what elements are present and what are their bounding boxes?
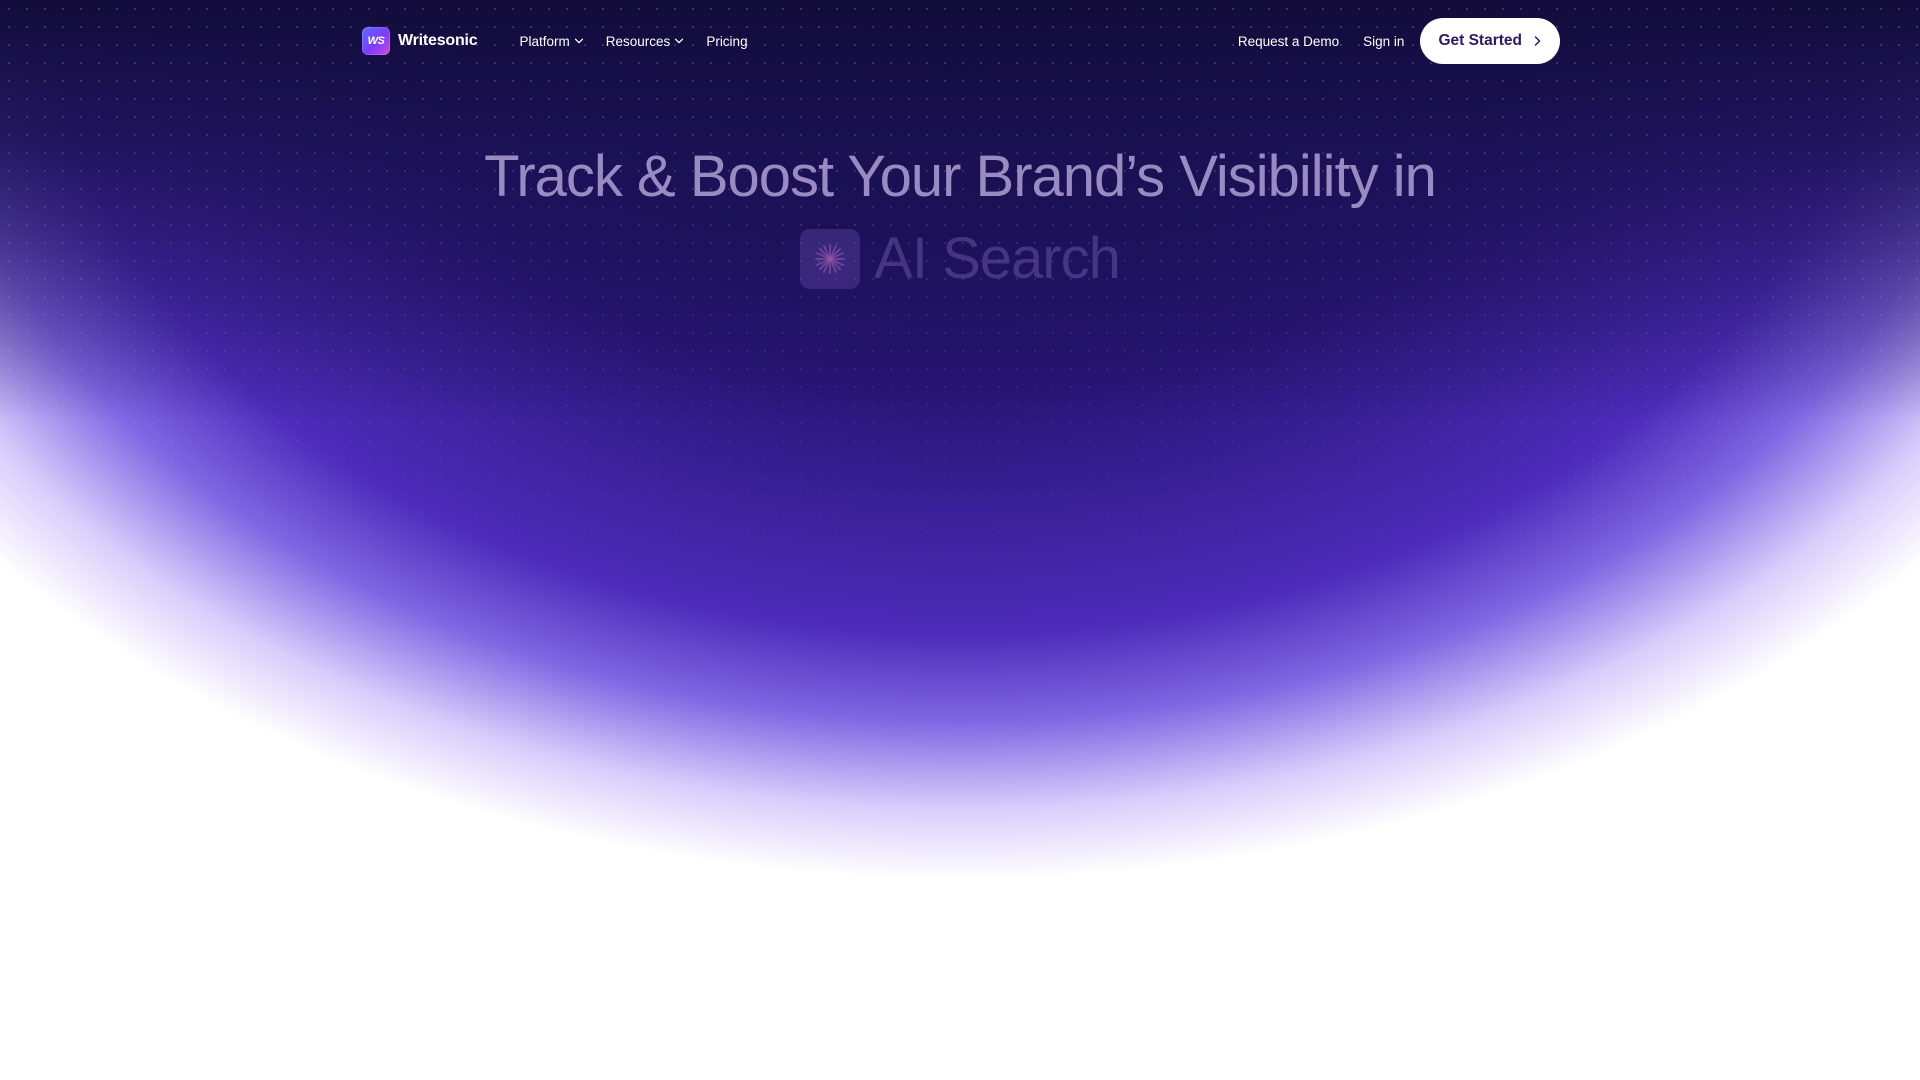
nav-item-resources[interactable]: Resources <box>606 34 685 49</box>
hero-headline: Track & Boost Your Brand’s Visibility in <box>484 144 1437 209</box>
top-navigation: WS Writesonic Platform Resources Pricing… <box>362 18 1560 64</box>
request-demo-link[interactable]: Request a Demo <box>1238 34 1339 49</box>
dot-grid-pattern <box>0 0 1920 620</box>
hero-headline-highlight: AI Search <box>874 226 1121 291</box>
get-started-label: Get Started <box>1438 32 1522 49</box>
nav-item-platform[interactable]: Platform <box>520 34 584 49</box>
brand-logo-icon: WS <box>362 27 390 55</box>
brand-logo-link[interactable]: WS Writesonic <box>362 27 478 55</box>
chevron-down-icon <box>675 38 684 44</box>
chevron-down-icon <box>574 38 583 44</box>
sign-in-link[interactable]: Sign in <box>1363 34 1404 49</box>
nav-item-resources-label: Resources <box>605 33 671 49</box>
get-started-button[interactable]: Get Started <box>1420 18 1560 64</box>
nav-item-pricing[interactable]: Pricing <box>706 34 747 49</box>
hero-headline-line2: AI Search <box>0 224 1920 294</box>
nav-actions: Request a Demo Sign in Get Started <box>1238 18 1560 64</box>
ai-sparkle-icon <box>800 229 861 289</box>
brand-name: Writesonic <box>398 32 478 49</box>
sparkle-burst-icon <box>815 244 846 274</box>
nav-item-platform-label: Platform <box>519 33 570 49</box>
primary-nav-links: Platform Resources Pricing <box>520 34 748 49</box>
nav-item-pricing-label: Pricing <box>706 33 748 49</box>
chevron-right-icon <box>1534 36 1541 46</box>
